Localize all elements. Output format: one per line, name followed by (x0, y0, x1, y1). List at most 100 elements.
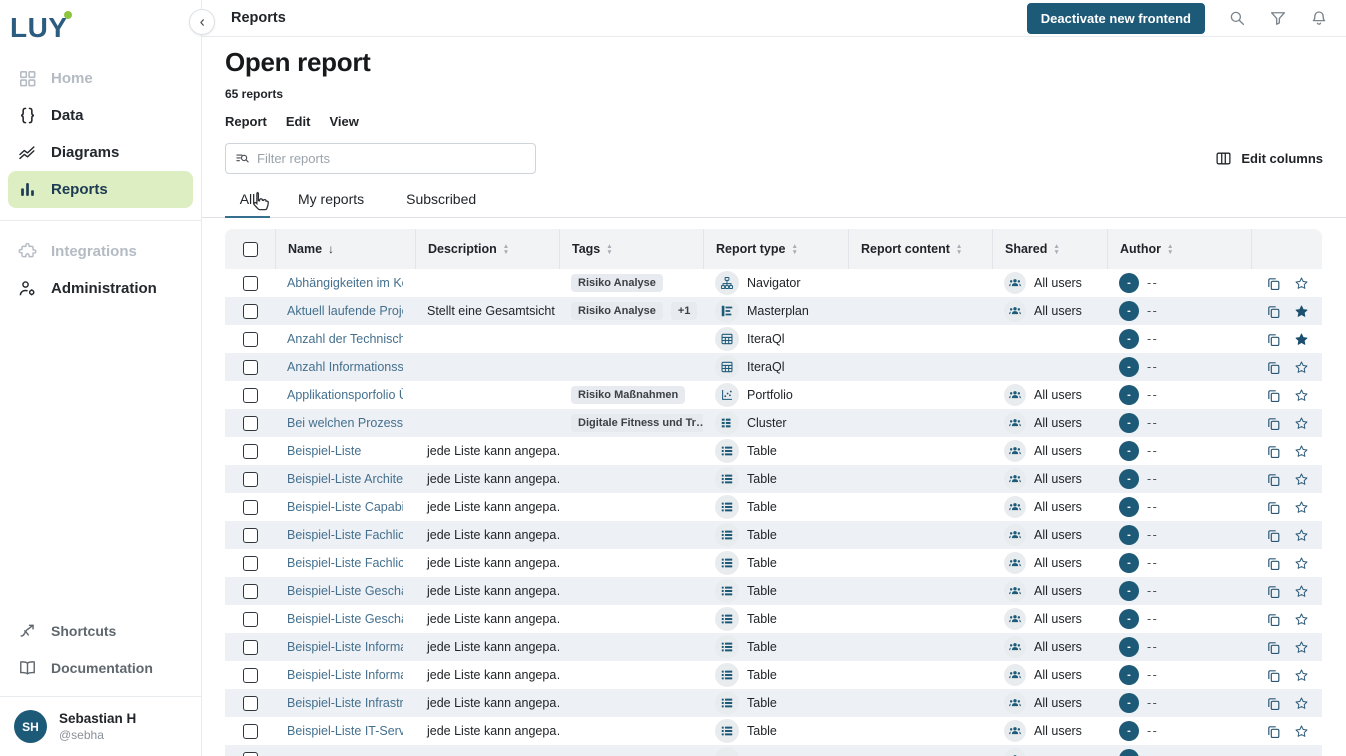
sidebar-item-shortcuts[interactable]: Shortcuts (8, 612, 193, 649)
favorite-star-icon[interactable] (1294, 584, 1309, 599)
favorite-star-icon[interactable] (1294, 696, 1309, 711)
search-icon[interactable] (1228, 9, 1246, 27)
row-checkbox[interactable] (243, 360, 258, 375)
report-name-link[interactable]: Beispiel-Liste Informati… (287, 668, 403, 682)
copy-report-icon[interactable] (1266, 668, 1281, 683)
column-header-author[interactable]: Author▲▼ (1107, 229, 1251, 269)
edit-columns-button[interactable]: Edit columns (1215, 150, 1323, 167)
row-checkbox[interactable] (243, 696, 258, 711)
report-name-link[interactable]: Beispiel-Liste Infrastru… (287, 696, 403, 710)
favorite-star-icon[interactable] (1294, 724, 1309, 739)
copy-report-icon[interactable] (1266, 696, 1281, 711)
table-row[interactable]: Bei welchen Prozessen… Digitale Fitness … (225, 409, 1322, 437)
row-checkbox[interactable] (243, 640, 258, 655)
copy-report-icon[interactable] (1266, 528, 1281, 543)
copy-report-icon[interactable] (1266, 724, 1281, 739)
copy-report-icon[interactable] (1266, 304, 1281, 319)
table-row[interactable]: Beispiel-Liste IT-Servic… jede Liste kan… (225, 717, 1322, 745)
favorite-star-icon[interactable] (1294, 668, 1309, 683)
copy-report-icon[interactable] (1266, 472, 1281, 487)
tab-subscribed[interactable]: Subscribed (392, 184, 490, 218)
report-name-link[interactable]: Beispiel-Liste Capability (287, 500, 403, 514)
favorite-star-icon[interactable] (1294, 304, 1309, 319)
menu-view[interactable]: View (329, 114, 358, 129)
report-name-link[interactable]: Beispiel-Liste Geschäft… (287, 612, 403, 626)
report-name-link[interactable]: Bei welchen Prozessen… (287, 416, 403, 430)
copy-report-icon[interactable] (1266, 444, 1281, 459)
report-name-link[interactable]: Applikationsporfolio Ü… (287, 388, 403, 402)
row-checkbox[interactable] (243, 388, 258, 403)
table-row[interactable]: Beispiel-Liste Fachlich… jede Liste kann… (225, 521, 1322, 549)
copy-report-icon[interactable] (1266, 500, 1281, 515)
favorite-star-icon[interactable] (1294, 556, 1309, 571)
row-checkbox[interactable] (243, 472, 258, 487)
column-header-shared[interactable]: Shared▲▼ (992, 229, 1107, 269)
column-header-report-type[interactable]: Report type▲▼ (703, 229, 848, 269)
sidebar-collapse-button[interactable] (189, 9, 215, 35)
menu-edit[interactable]: Edit (286, 114, 311, 129)
select-all-checkbox[interactable] (243, 242, 258, 257)
favorite-star-icon[interactable] (1294, 612, 1309, 627)
row-checkbox[interactable] (243, 752, 258, 756)
row-checkbox[interactable] (243, 304, 258, 319)
row-checkbox[interactable] (243, 556, 258, 571)
report-name-link[interactable]: Beispiel-Liste Geschäft… (287, 584, 403, 598)
favorite-star-icon[interactable] (1294, 388, 1309, 403)
favorite-star-icon[interactable] (1294, 416, 1309, 431)
report-name-link[interactable]: Beispiel-Liste Informati… (287, 640, 403, 654)
row-checkbox[interactable] (243, 668, 258, 683)
copy-report-icon[interactable] (1266, 584, 1281, 599)
row-checkbox[interactable] (243, 416, 258, 431)
sidebar-item-documentation[interactable]: Documentation (8, 649, 193, 686)
sidebar-item-home[interactable]: Home (8, 60, 193, 97)
favorite-star-icon[interactable] (1294, 500, 1309, 515)
report-name-link[interactable]: Beispiel-Liste Fachlich… (287, 556, 403, 570)
table-row[interactable]: Aktuell laufende Projek… Stellt eine Ges… (225, 297, 1322, 325)
favorite-star-icon[interactable] (1294, 640, 1309, 655)
copy-report-icon[interactable] (1266, 556, 1281, 571)
copy-report-icon[interactable] (1266, 276, 1281, 291)
menu-report[interactable]: Report (225, 114, 267, 129)
favorite-star-icon[interactable] (1294, 276, 1309, 291)
user-profile[interactable]: SH Sebastian H @sebha (0, 696, 201, 756)
sidebar-item-reports[interactable]: Reports (8, 171, 193, 208)
favorite-star-icon[interactable] (1294, 472, 1309, 487)
report-name-link[interactable]: Anzahl Informationssy… (287, 360, 403, 374)
favorite-star-icon[interactable] (1294, 332, 1309, 347)
table-row[interactable]: Beispiel-Liste jede Liste kann angepa… T… (225, 437, 1322, 465)
filter-reports-input[interactable] (257, 151, 526, 166)
copy-report-icon[interactable] (1266, 360, 1281, 375)
table-row[interactable] (225, 745, 1322, 756)
sidebar-item-integrations[interactable]: Integrations (8, 233, 193, 270)
tab-my-reports[interactable]: My reports (284, 184, 378, 218)
deactivate-new-frontend-button[interactable]: Deactivate new frontend (1027, 3, 1205, 34)
bell-icon[interactable] (1310, 9, 1328, 27)
luy-logo[interactable]: LUY (0, 0, 201, 48)
report-name-link[interactable]: Abhängigkeiten im Kon… (287, 276, 403, 290)
table-row[interactable]: Beispiel-Liste Infrastru… jede Liste kan… (225, 689, 1322, 717)
copy-report-icon[interactable] (1266, 640, 1281, 655)
table-row[interactable]: Abhängigkeiten im Kon… Risiko Analyse Na… (225, 269, 1322, 297)
table-row[interactable]: Beispiel-Liste Informati… jede Liste kan… (225, 633, 1322, 661)
sidebar-item-data[interactable]: Data (8, 97, 193, 134)
tab-all[interactable]: All (225, 184, 270, 218)
copy-report-icon[interactable] (1266, 612, 1281, 627)
tag-more-badge[interactable]: +1 (671, 302, 698, 320)
report-name-link[interactable]: Beispiel-Liste Architekt… (287, 472, 403, 486)
report-name-link[interactable]: Beispiel-Liste IT-Servic… (287, 724, 403, 738)
row-checkbox[interactable] (243, 612, 258, 627)
sidebar-item-diagrams[interactable]: Diagrams (8, 134, 193, 171)
row-checkbox[interactable] (243, 724, 258, 739)
row-checkbox[interactable] (243, 500, 258, 515)
table-row[interactable]: Beispiel-Liste Capability jede Liste kan… (225, 493, 1322, 521)
sidebar-item-administration[interactable]: Administration (8, 270, 193, 307)
row-checkbox[interactable] (243, 528, 258, 543)
favorite-star-icon[interactable] (1294, 444, 1309, 459)
report-name-link[interactable]: Beispiel-Liste Fachlich… (287, 528, 403, 542)
table-row[interactable]: Beispiel-Liste Fachlich… jede Liste kann… (225, 549, 1322, 577)
column-header-report-content[interactable]: Report content▲▼ (848, 229, 992, 269)
copy-report-icon[interactable] (1266, 416, 1281, 431)
table-row[interactable]: Applikationsporfolio Ü… Risiko Maßnahmen… (225, 381, 1322, 409)
table-row[interactable]: Beispiel-Liste Geschäft… jede Liste kann… (225, 605, 1322, 633)
favorite-star-icon[interactable] (1294, 528, 1309, 543)
